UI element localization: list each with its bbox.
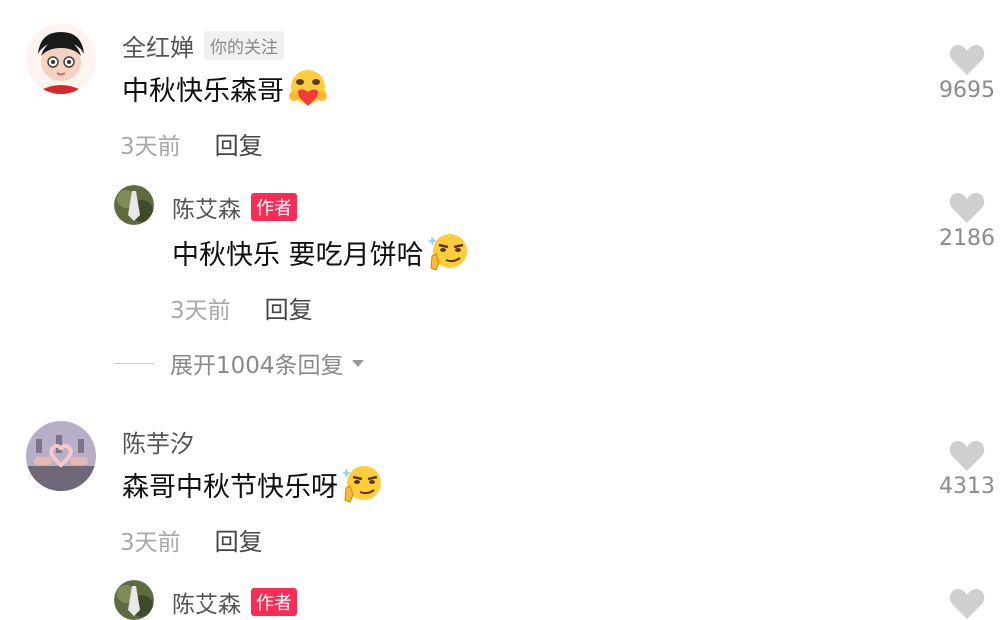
comment-time: 3天前 [120, 529, 181, 556]
comment-username[interactable]: 陈艾森 [172, 585, 241, 619]
heart-icon [949, 441, 985, 471]
following-badge: 你的关注 [204, 31, 284, 60]
avatar[interactable] [114, 185, 154, 225]
like-count: 2186 [939, 226, 995, 251]
heart-icon [949, 193, 985, 223]
like-button[interactable] [932, 588, 1000, 620]
avatar[interactable] [114, 580, 154, 620]
comment-text: 中秋快乐 要吃月饼哈 [172, 230, 470, 274]
comment-time: 3天前 [170, 297, 231, 324]
smirk-face-icon [426, 230, 470, 274]
like-button[interactable]: 4313 [932, 440, 1000, 499]
expand-replies-button[interactable]: 展开1004条回复 [114, 346, 366, 380]
comment-username[interactable]: 陈艾森 [172, 190, 241, 224]
avatar[interactable] [26, 421, 96, 491]
reply-button[interactable]: 回复 [265, 290, 313, 325]
comment-username[interactable]: 陈芋汐 [122, 430, 194, 458]
comment-text: 森哥中秋节快乐呀 [122, 462, 384, 506]
reply-button[interactable]: 回复 [215, 522, 263, 557]
smirk-face-icon [340, 462, 384, 506]
like-count: 4313 [939, 474, 995, 499]
reply-button[interactable]: 回复 [215, 126, 263, 161]
divider [114, 362, 154, 364]
author-badge: 作者 [251, 193, 297, 221]
heart-icon [949, 589, 985, 619]
comment-username[interactable]: 全红婵 [122, 28, 194, 63]
like-button[interactable]: 9695 [932, 44, 1000, 103]
chevron-down-icon [351, 360, 364, 367]
avatar[interactable] [26, 24, 96, 94]
like-count: 9695 [939, 78, 995, 103]
like-button[interactable]: 2186 [932, 192, 1000, 251]
comment-text: 中秋快乐森哥 [122, 66, 330, 110]
heart-icon [949, 45, 985, 75]
hugging-heart-face-icon [286, 66, 330, 110]
comment-time: 3天前 [120, 133, 181, 160]
